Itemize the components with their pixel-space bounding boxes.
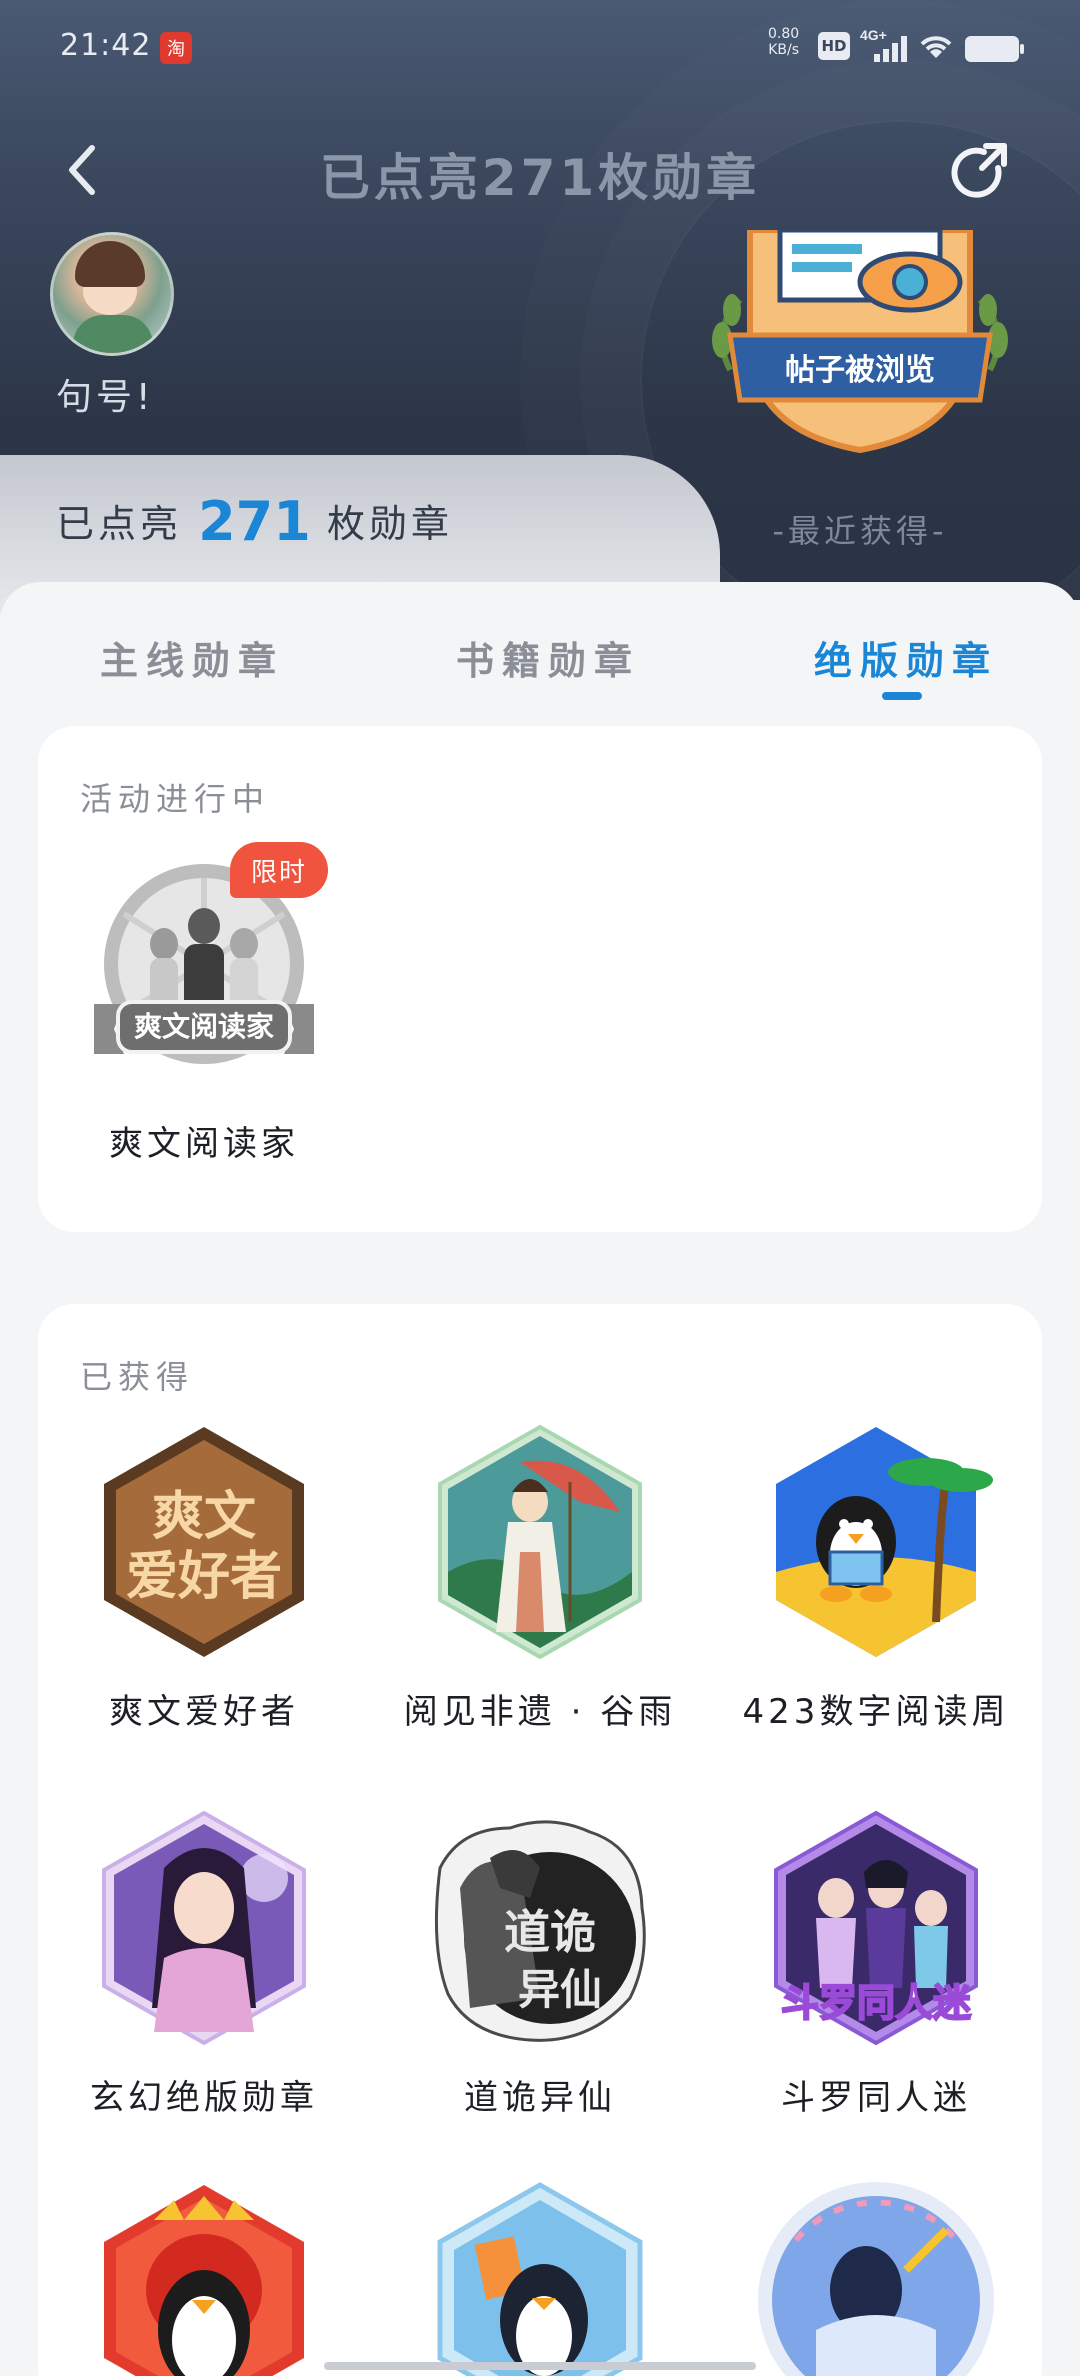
svg-text:爽文: 爽文 bbox=[152, 1487, 256, 1547]
badge-item[interactable]: 玄幻绝版勋章 bbox=[64, 1808, 344, 2119]
pen-penguin-badge-art bbox=[756, 2180, 996, 2376]
status-time: 21:42 bbox=[60, 28, 152, 63]
username: 句号! bbox=[56, 377, 155, 418]
lit-prefix: 已点亮 bbox=[56, 502, 183, 546]
share-icon bbox=[951, 143, 1007, 198]
hd-icon: HD bbox=[818, 32, 850, 60]
net-speed-value: 0.80 bbox=[768, 26, 800, 42]
svg-text:爱好者: 爱好者 bbox=[126, 1547, 282, 1607]
svg-text:斗罗同人迷: 斗罗同人迷 bbox=[781, 1981, 971, 2025]
guyu-heritage-badge-art bbox=[420, 1422, 660, 1662]
badge-item[interactable]: 爽文 爱好者 爽文爱好者 bbox=[64, 1422, 344, 1733]
fantasy-badge-art bbox=[84, 1808, 324, 2048]
tab-limited-badges[interactable]: 绝版勋章 bbox=[814, 630, 998, 685]
net-speed: 0.80 KB/s bbox=[768, 26, 799, 58]
douluo-fan-badge-art: 斗罗同人迷 bbox=[756, 1808, 996, 2048]
obtained-card: 已获得 爽文 爱好者 爽文爱好者 阅见非遗 · 谷雨 423数字阅读周 玄幻绝版… bbox=[38, 1304, 1042, 2376]
lit-count-text: 已点亮 271 枚勋章 bbox=[56, 490, 453, 553]
svg-text:道诡: 道诡 bbox=[504, 1905, 596, 1959]
signal-icon: 4G+ bbox=[860, 26, 910, 74]
taobao-app-icon: 淘 bbox=[160, 32, 192, 64]
badge-item[interactable] bbox=[736, 2180, 1016, 2376]
badge-label: 爽文阅读家 bbox=[109, 1124, 299, 1164]
badge-item[interactable]: 423数字阅读周 bbox=[736, 1422, 1016, 1733]
tab-indicator bbox=[882, 692, 922, 700]
dragon-penguin-badge-art bbox=[84, 2180, 324, 2376]
status-bar: 21:42 淘 0.80 KB/s HD 4G+ bbox=[0, 0, 1080, 90]
badge-label: 423数字阅读周 bbox=[742, 1692, 1010, 1732]
badge-item[interactable] bbox=[64, 2180, 344, 2376]
svg-text:异仙: 异仙 bbox=[518, 1965, 602, 2014]
shuangwen-reader-badge-art: 爽文阅读家 限时 bbox=[84, 842, 328, 1094]
wifi-icon bbox=[916, 30, 956, 70]
network-type: 4G+ bbox=[860, 27, 887, 43]
lit-count: 271 bbox=[198, 490, 311, 553]
ongoing-card: 活动进行中 爽文阅读家 限时 爽文阅读家 bbox=[38, 726, 1042, 1232]
shuangwen-fan-badge-art: 爽文 爱好者 bbox=[84, 1422, 324, 1662]
ongoing-title: 活动进行中 bbox=[80, 780, 271, 818]
badge-tabs: 主线勋章 书籍勋章 绝版勋章 bbox=[0, 582, 1080, 712]
nav-bar: 已点亮271枚勋章 bbox=[0, 130, 1080, 210]
badge-item[interactable]: 斗罗同人迷 斗罗同人迷 bbox=[736, 1808, 1016, 2119]
badge-label: 阅见非遗 · 谷雨 bbox=[403, 1692, 677, 1732]
badge-label: 爽文爱好者 bbox=[109, 1692, 299, 1732]
badge-item[interactable]: 道诡 异仙 道诡异仙 bbox=[400, 1808, 680, 2119]
daogui-yixian-badge-art: 道诡 异仙 bbox=[420, 1808, 660, 2048]
ribbon-text: 爽文阅读家 bbox=[134, 1010, 274, 1043]
share-button[interactable] bbox=[946, 140, 1014, 208]
tab-main-badges[interactable]: 主线勋章 bbox=[100, 630, 284, 685]
lit-suffix: 枚勋章 bbox=[326, 502, 453, 546]
badge-item[interactable]: 爽文阅读家 限时 爽文阅读家 bbox=[64, 842, 344, 1165]
reading-week-badge-art bbox=[756, 1422, 996, 1662]
tab-book-badges[interactable]: 书籍勋章 bbox=[456, 630, 640, 685]
obtained-title: 已获得 bbox=[80, 1358, 195, 1396]
net-speed-unit: KB/s bbox=[768, 42, 799, 58]
limited-time-tag: 限时 bbox=[230, 842, 328, 898]
badge-sheet: 主线勋章 书籍勋章 绝版勋章 活动进行中 爽文阅读家 限时 爽文阅读家 已获得 … bbox=[0, 582, 1080, 2376]
badge-label: 玄幻绝版勋章 bbox=[90, 2078, 318, 2118]
badge-item[interactable] bbox=[400, 2180, 680, 2376]
badge-label: 斗罗同人迷 bbox=[781, 2078, 971, 2118]
recent-caption: -最近获得- bbox=[772, 512, 948, 550]
recent-badge-text: 帖子被浏览 bbox=[785, 353, 935, 388]
badge-item[interactable]: 阅见非遗 · 谷雨 bbox=[400, 1422, 680, 1733]
reading-penguin-badge-art bbox=[420, 2180, 660, 2376]
page-title: 已点亮271枚勋章 bbox=[319, 149, 761, 207]
recent-badge[interactable]: 帖子被浏览 bbox=[700, 227, 1020, 470]
post-viewed-badge-icon: 帖子被浏览 bbox=[712, 227, 1008, 454]
battery-icon bbox=[965, 36, 1024, 62]
avatar[interactable] bbox=[50, 232, 174, 356]
badge-label: 道诡异仙 bbox=[464, 2078, 616, 2118]
home-indicator[interactable] bbox=[324, 2362, 756, 2370]
